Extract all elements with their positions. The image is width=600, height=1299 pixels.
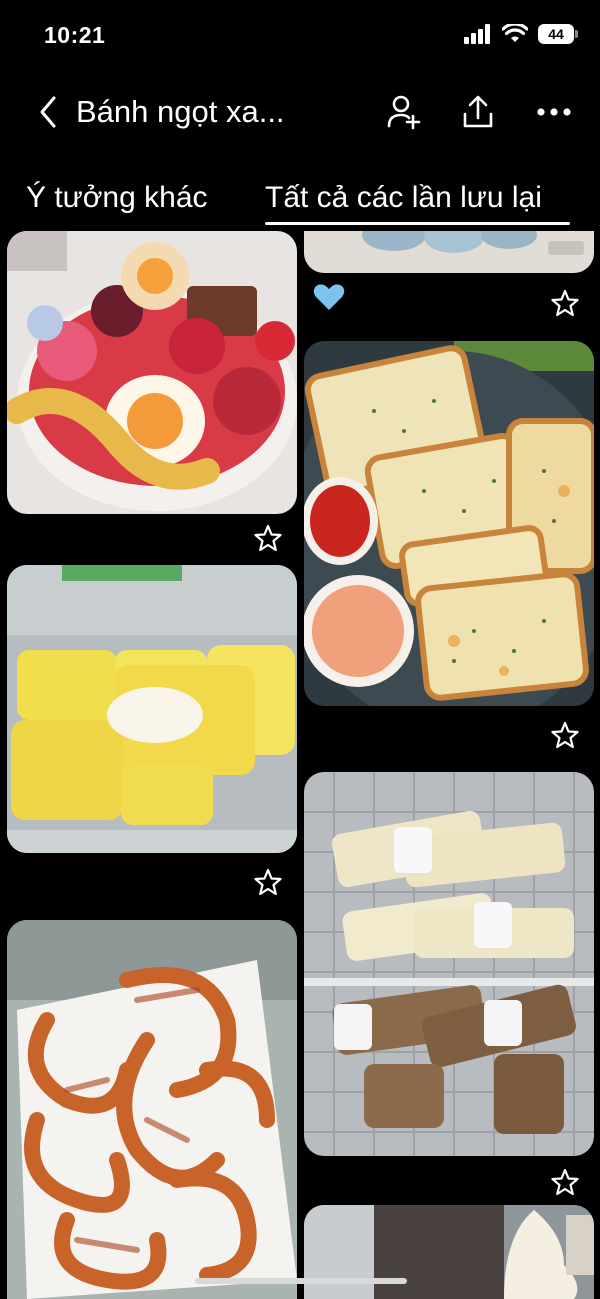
tab-more-ideas[interactable]: Ý tưởng khác: [26, 181, 208, 215]
back-button[interactable]: [34, 94, 64, 130]
status-icons: 44: [464, 24, 578, 44]
share-button[interactable]: [458, 92, 498, 132]
pin-image-top-partial[interactable]: [304, 231, 594, 273]
save-pin-button[interactable]: [252, 522, 284, 554]
gummy-candy-image: [7, 231, 297, 514]
star-outline-icon: [551, 721, 579, 749]
durian-crepes-image: [7, 565, 297, 853]
wifi-icon: [502, 24, 528, 42]
battery-icon: 44: [538, 24, 578, 44]
battery-level: 44: [548, 26, 564, 42]
status-bar: 10:21 44: [0, 0, 600, 70]
reaction-heart-icon: [313, 283, 345, 316]
ice-cream-cones-image: [304, 772, 594, 1156]
save-pin-button[interactable]: [252, 866, 284, 898]
soft-serve-image: [304, 1205, 594, 1299]
cellular-signal-icon: [464, 24, 490, 44]
star-outline-icon: [254, 868, 282, 896]
chevron-left-icon: [40, 96, 56, 128]
share-icon: [463, 95, 493, 128]
pin-image-curly-fries[interactable]: [7, 920, 297, 1299]
pin-image-ice-cream-cones[interactable]: [304, 772, 594, 1156]
partial-pin-image: [304, 231, 594, 273]
pin-image-soft-serve[interactable]: [304, 1205, 594, 1299]
more-horizontal-icon: [537, 108, 571, 116]
add-person-icon: [387, 95, 421, 130]
home-indicator[interactable]: [195, 1278, 407, 1284]
invite-collaborator-button[interactable]: [383, 92, 423, 132]
star-outline-icon: [551, 1168, 579, 1196]
pin-image-durian-crepes[interactable]: [7, 565, 297, 853]
star-outline-icon: [551, 289, 579, 317]
status-time: 10:21: [44, 22, 106, 48]
board-tabs: Ý tưởng khác Tất cả các lần lưu lại: [0, 175, 600, 227]
garlic-bread-image: [304, 341, 594, 706]
pin-image-gummy-candy[interactable]: [7, 231, 297, 514]
save-pin-button[interactable]: [549, 287, 581, 319]
save-pin-button[interactable]: [549, 719, 581, 751]
board-title: Bánh ngọt xa...: [76, 94, 285, 129]
pin-image-garlic-bread[interactable]: [304, 341, 594, 706]
more-options-button[interactable]: [534, 92, 574, 132]
tab-all-saves[interactable]: Tất cả các lần lưu lại: [265, 181, 542, 215]
save-pin-button[interactable]: [549, 1166, 581, 1198]
active-tab-indicator: [265, 222, 570, 225]
board-header: Bánh ngọt xa...: [0, 80, 600, 144]
curly-fries-image: [7, 920, 297, 1299]
star-outline-icon: [254, 524, 282, 552]
